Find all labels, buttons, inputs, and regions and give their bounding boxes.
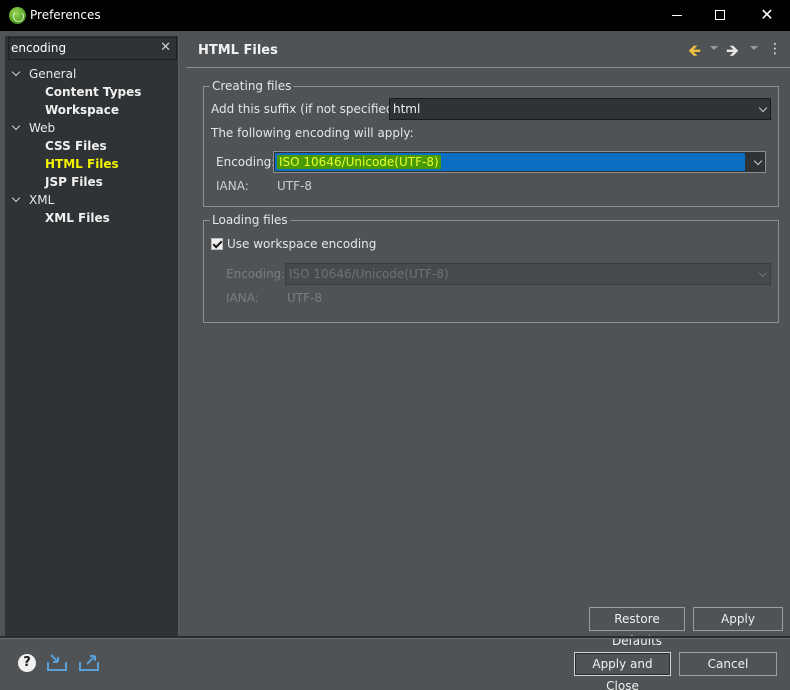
export-icon[interactable] bbox=[78, 652, 100, 672]
iana-value: UTF-8 bbox=[277, 179, 312, 193]
forward-history-dropdown-icon[interactable] bbox=[750, 46, 758, 50]
help-icon[interactable]: ? bbox=[18, 654, 36, 672]
suffix-select[interactable]: html bbox=[389, 98, 771, 120]
chevron-down-icon[interactable] bbox=[11, 193, 21, 203]
loading-files-legend: Loading files bbox=[212, 213, 288, 227]
close-icon: ✕ bbox=[760, 5, 774, 24]
window-title: Preferences bbox=[30, 8, 101, 22]
preference-tree-panel: encoding ✕ General Content Types Workspa… bbox=[5, 36, 179, 636]
suffix-label: Add this suffix (if not specified): bbox=[211, 102, 403, 116]
tree-node-label: Content Types bbox=[45, 85, 142, 99]
tree-node-label: Workspace bbox=[45, 103, 120, 117]
tree-node-label: HTML Files bbox=[45, 157, 119, 171]
title-divider bbox=[186, 67, 790, 68]
forward-arrow-icon[interactable]: 🡺 bbox=[726, 40, 739, 67]
restore-defaults-button[interactable]: Restore Defaults bbox=[589, 607, 685, 648]
cancel-button[interactable]: Cancel bbox=[679, 652, 777, 676]
loading-encoding-label: Encoding: bbox=[226, 267, 286, 281]
iana-label: IANA: bbox=[216, 179, 249, 193]
page-title: HTML Files bbox=[198, 43, 278, 58]
loading-encoding-select-value: ISO 10646/Unicode(UTF-8) bbox=[289, 267, 449, 281]
loading-iana-value: UTF-8 bbox=[287, 291, 322, 305]
chevron-down-icon[interactable] bbox=[758, 103, 768, 113]
chevron-down-icon[interactable] bbox=[11, 67, 21, 77]
encoding-select[interactable]: ISO 10646/Unicode(UTF-8) bbox=[273, 151, 766, 173]
chevron-down-icon[interactable] bbox=[753, 156, 763, 166]
import-icon[interactable] bbox=[46, 652, 68, 672]
clear-filter-icon[interactable]: ✕ bbox=[160, 38, 171, 58]
tree-node-label: Web bbox=[29, 121, 56, 135]
tree-node-label: XML Files bbox=[45, 211, 110, 225]
loading-encoding-select: ISO 10646/Unicode(UTF-8) bbox=[285, 263, 771, 285]
footer-divider-highlight bbox=[0, 638, 790, 639]
encoding-label: Encoding: bbox=[216, 155, 276, 169]
creating-files-legend: Creating files bbox=[212, 79, 292, 93]
tree-node-label: CSS Files bbox=[45, 139, 107, 153]
apply-and-close-button[interactable]: Apply and Close bbox=[574, 652, 671, 690]
encoding-select-value: ISO 10646/Unicode(UTF-8) bbox=[277, 155, 441, 169]
suffix-select-value: html bbox=[393, 102, 421, 116]
maximize-icon bbox=[715, 10, 725, 20]
use-workspace-encoding-checkbox[interactable] bbox=[211, 238, 223, 250]
following-encoding-label: The following encoding will apply: bbox=[211, 126, 414, 140]
apply-button[interactable]: Apply bbox=[693, 607, 783, 631]
minimize-button[interactable] bbox=[654, 0, 700, 31]
tree-node-label: XML bbox=[29, 193, 55, 207]
loading-iana-label: IANA: bbox=[226, 291, 259, 305]
chevron-down-icon bbox=[758, 268, 768, 278]
filter-input[interactable]: encoding ✕ bbox=[8, 37, 177, 60]
maximize-button[interactable] bbox=[697, 0, 743, 31]
back-arrow-icon[interactable]: 🡸 bbox=[688, 40, 701, 67]
close-button[interactable]: ✕ bbox=[744, 0, 790, 31]
tree-node-label: JSP Files bbox=[45, 175, 103, 189]
use-workspace-encoding-label[interactable]: Use workspace encoding bbox=[227, 237, 376, 251]
minimize-icon bbox=[672, 14, 682, 16]
preference-page: HTML Files 🡸 🡺 ⋮ Creating files Add this… bbox=[186, 36, 790, 648]
tree-node-label: General bbox=[29, 67, 77, 81]
view-menu-icon[interactable]: ⋮ bbox=[768, 42, 782, 56]
chevron-down-icon[interactable] bbox=[11, 121, 21, 131]
window-titlebar: Preferences ✕ bbox=[0, 0, 790, 31]
back-history-dropdown-icon[interactable] bbox=[710, 46, 718, 50]
filter-input-value: encoding bbox=[11, 41, 67, 55]
app-logo-icon bbox=[9, 7, 26, 24]
